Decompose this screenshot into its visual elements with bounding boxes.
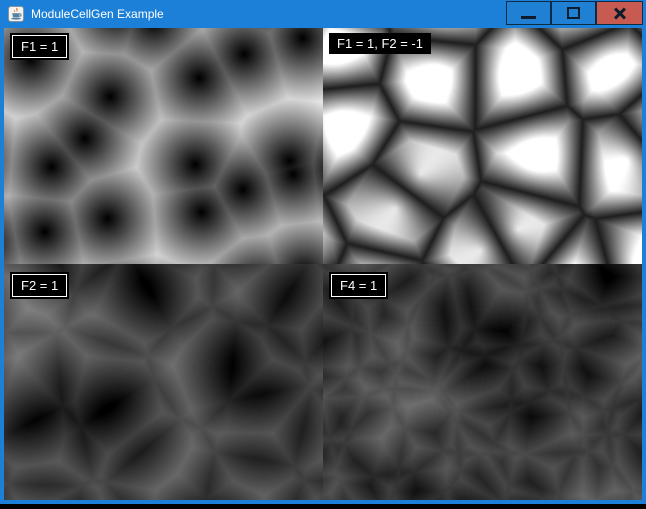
maximize-button[interactable] [551, 1, 596, 25]
close-button[interactable] [596, 1, 643, 25]
close-icon [613, 6, 627, 20]
minimize-icon [521, 16, 536, 19]
panel-label-f4: F4 = 1 [331, 274, 386, 297]
panel-label-f1-minus-f2: F1 = 1, F2 = -1 [329, 33, 431, 54]
panel-label-f2: F2 = 1 [12, 274, 67, 297]
window-controls [506, 1, 643, 25]
window-title: ModuleCellGen Example [31, 7, 164, 21]
panel-f4: F4 = 1 [323, 264, 642, 500]
panel-f1: F1 = 1 [4, 28, 323, 264]
panel-label-f1: F1 = 1 [12, 35, 67, 58]
app-window: ModuleCellGen Example F1 = 1 F1 = 1, F2 … [0, 0, 646, 504]
java-app-icon [8, 6, 24, 22]
titlebar[interactable]: ModuleCellGen Example [0, 0, 646, 28]
maximize-icon [567, 7, 580, 19]
minimize-button[interactable] [506, 1, 551, 25]
noise-canvas-f1 [4, 28, 323, 264]
panel-f2: F2 = 1 [4, 264, 323, 500]
noise-canvas-f2 [4, 264, 323, 500]
content-area: F1 = 1 F1 = 1, F2 = -1 F2 = 1 F4 = 1 [4, 28, 642, 500]
noise-canvas-f1-minus-f2 [323, 28, 642, 264]
noise-canvas-f4 [323, 264, 642, 500]
panel-f1-minus-f2: F1 = 1, F2 = -1 [323, 28, 642, 264]
